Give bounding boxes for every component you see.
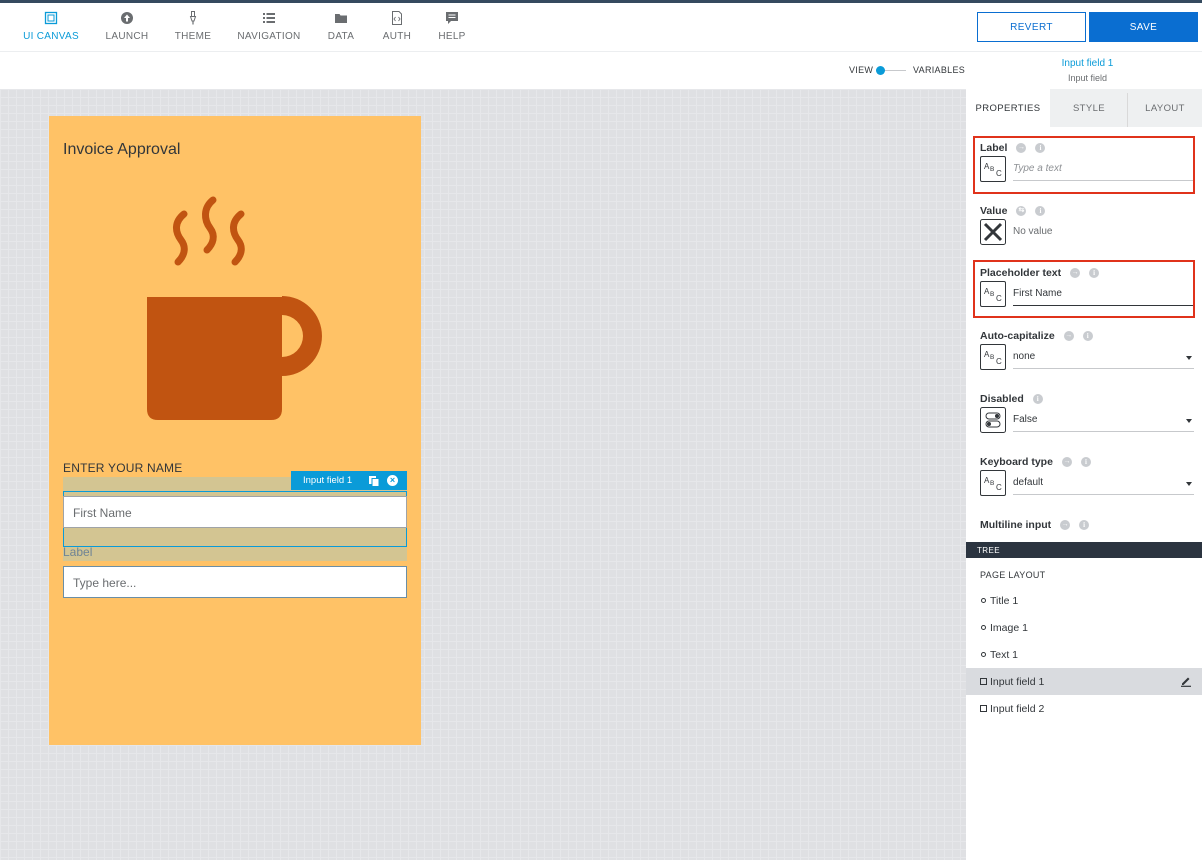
- toggle-knob[interactable]: [876, 66, 885, 75]
- bind-icon[interactable]: ⇆: [1016, 206, 1027, 216]
- remove-icon[interactable]: ×: [387, 475, 398, 486]
- tree-item-input-field-1[interactable]: Input field 1: [966, 668, 1202, 695]
- info-icon[interactable]: i: [1035, 206, 1046, 216]
- node-dot-icon: [981, 652, 986, 657]
- prop-title: Disabled: [980, 393, 1024, 405]
- bind-icon[interactable]: →: [1061, 457, 1072, 467]
- help-icon: [445, 11, 459, 25]
- prop-keyboard-type: Keyboard type → i ABC default: [980, 456, 1194, 496]
- highlight-box-placeholder: [973, 260, 1195, 318]
- panel-tabs: PROPERTIES STYLE LAYOUT: [966, 89, 1202, 127]
- selected-component-type: Input field: [1067, 73, 1108, 83]
- highlight-box-label: [973, 136, 1195, 194]
- prop-title: Value: [980, 205, 1008, 217]
- prop-multiline-input: Multiline input → i: [980, 519, 1194, 531]
- launch-icon: [120, 11, 134, 25]
- info-icon[interactable]: i: [1080, 457, 1091, 467]
- nav-theme[interactable]: THEME: [172, 11, 214, 47]
- variables-label: VARIABLES: [913, 65, 966, 75]
- edit-pencil-icon[interactable]: [1180, 675, 1192, 687]
- prop-title: Multiline input: [980, 519, 1052, 531]
- theme-icon: [186, 11, 200, 25]
- prop-title: Keyboard type: [980, 456, 1053, 468]
- selection-tag[interactable]: Input field 1 ×: [291, 471, 407, 490]
- tab-properties[interactable]: PROPERTIES: [966, 89, 1050, 127]
- prop-disabled: Disabled i False: [980, 393, 1194, 433]
- nav-navigation[interactable]: NAVIGATION: [236, 11, 302, 47]
- chevron-down-icon: [1186, 482, 1192, 486]
- nav-label: DATA: [327, 31, 355, 42]
- bind-icon[interactable]: →: [1060, 520, 1071, 530]
- first-name-field[interactable]: First Name: [63, 496, 407, 528]
- node-square-icon: [980, 678, 987, 685]
- canvas-icon: [44, 11, 58, 25]
- nav-label: HELP: [438, 31, 466, 42]
- nav-help[interactable]: HELP: [436, 11, 468, 47]
- chevron-down-icon: [1186, 356, 1192, 360]
- nav-label: THEME: [174, 31, 212, 42]
- selected-component-name: Input field 1: [1061, 58, 1114, 69]
- duplicate-icon[interactable]: [368, 475, 380, 487]
- text-type-icon[interactable]: ABC: [980, 344, 1006, 370]
- nav-label: NAVIGATION: [237, 31, 301, 42]
- nav-data[interactable]: DATA: [324, 11, 358, 47]
- nav-auth[interactable]: AUTH: [380, 11, 414, 47]
- tree-header-bar[interactable]: TREE: [966, 542, 1202, 558]
- prop-auto-capitalize: Auto-capitalize → i ABC none: [980, 330, 1194, 370]
- page-layout-heading: PAGE LAYOUT: [980, 570, 1046, 580]
- app-preview: Invoice Approval ENTER YOUR NAME First N…: [49, 116, 421, 745]
- auth-icon: [390, 11, 404, 25]
- auto-capitalize-select[interactable]: none: [1013, 349, 1194, 369]
- info-icon[interactable]: i: [1032, 394, 1043, 404]
- coffee-mug-icon[interactable]: [141, 192, 331, 424]
- chevron-down-icon: [1186, 419, 1192, 423]
- save-button[interactable]: SAVE: [1089, 12, 1198, 42]
- bind-icon[interactable]: →: [1063, 331, 1074, 341]
- page-title[interactable]: Invoice Approval: [63, 141, 180, 159]
- tree-item-title-1[interactable]: Title 1: [966, 587, 1202, 614]
- nav-launch[interactable]: LAUNCH: [103, 11, 151, 47]
- info-icon[interactable]: i: [1082, 331, 1093, 341]
- input-field-2-label: Label: [63, 545, 93, 559]
- view-toolbar: VIEW VARIABLES Input field 1 Input field: [0, 52, 1202, 89]
- no-value-icon[interactable]: [980, 219, 1006, 245]
- toggle-type-icon[interactable]: [980, 407, 1006, 433]
- nav-label: AUTH: [382, 31, 412, 42]
- prop-value: Value ⇆ i No value: [980, 205, 1194, 245]
- text-enter-your-name[interactable]: ENTER YOUR NAME: [63, 461, 182, 475]
- tree-item-text-1[interactable]: Text 1: [966, 641, 1202, 668]
- navigation-icon: [262, 11, 276, 25]
- node-dot-icon: [981, 625, 986, 630]
- tab-layout[interactable]: LAYOUT: [1128, 89, 1202, 127]
- tree-item-input-field-2[interactable]: Input field 2: [966, 695, 1202, 722]
- ui-canvas: Invoice Approval ENTER YOUR NAME First N…: [0, 89, 966, 860]
- nav-label: LAUNCH: [105, 31, 149, 42]
- nav-ui-canvas[interactable]: UI CANVAS: [21, 11, 81, 47]
- selection-tag-label: Input field 1: [303, 475, 353, 486]
- input-field-2[interactable]: Type here...: [63, 566, 407, 598]
- properties-panel: PROPERTIES STYLE LAYOUT Label → i ABC Type…: [966, 89, 1202, 860]
- value-display: No value: [1013, 226, 1053, 237]
- view-label: VIEW: [849, 65, 874, 75]
- text-type-icon[interactable]: ABC: [980, 470, 1006, 496]
- prop-title: Auto-capitalize: [980, 330, 1055, 342]
- tab-style[interactable]: STYLE: [1050, 89, 1128, 127]
- revert-button[interactable]: REVERT: [977, 12, 1086, 42]
- keyboard-type-select[interactable]: default: [1013, 475, 1194, 495]
- folder-icon: [334, 11, 348, 25]
- node-dot-icon: [981, 598, 986, 603]
- tree-item-image-1[interactable]: Image 1: [966, 614, 1202, 641]
- node-square-icon: [980, 705, 987, 712]
- info-icon[interactable]: i: [1079, 520, 1090, 530]
- disabled-select[interactable]: False: [1013, 412, 1194, 432]
- nav-label: UI CANVAS: [23, 31, 79, 42]
- top-navigation: UI CANVAS LAUNCH THEME NAVIGATION DATA A…: [0, 3, 1202, 52]
